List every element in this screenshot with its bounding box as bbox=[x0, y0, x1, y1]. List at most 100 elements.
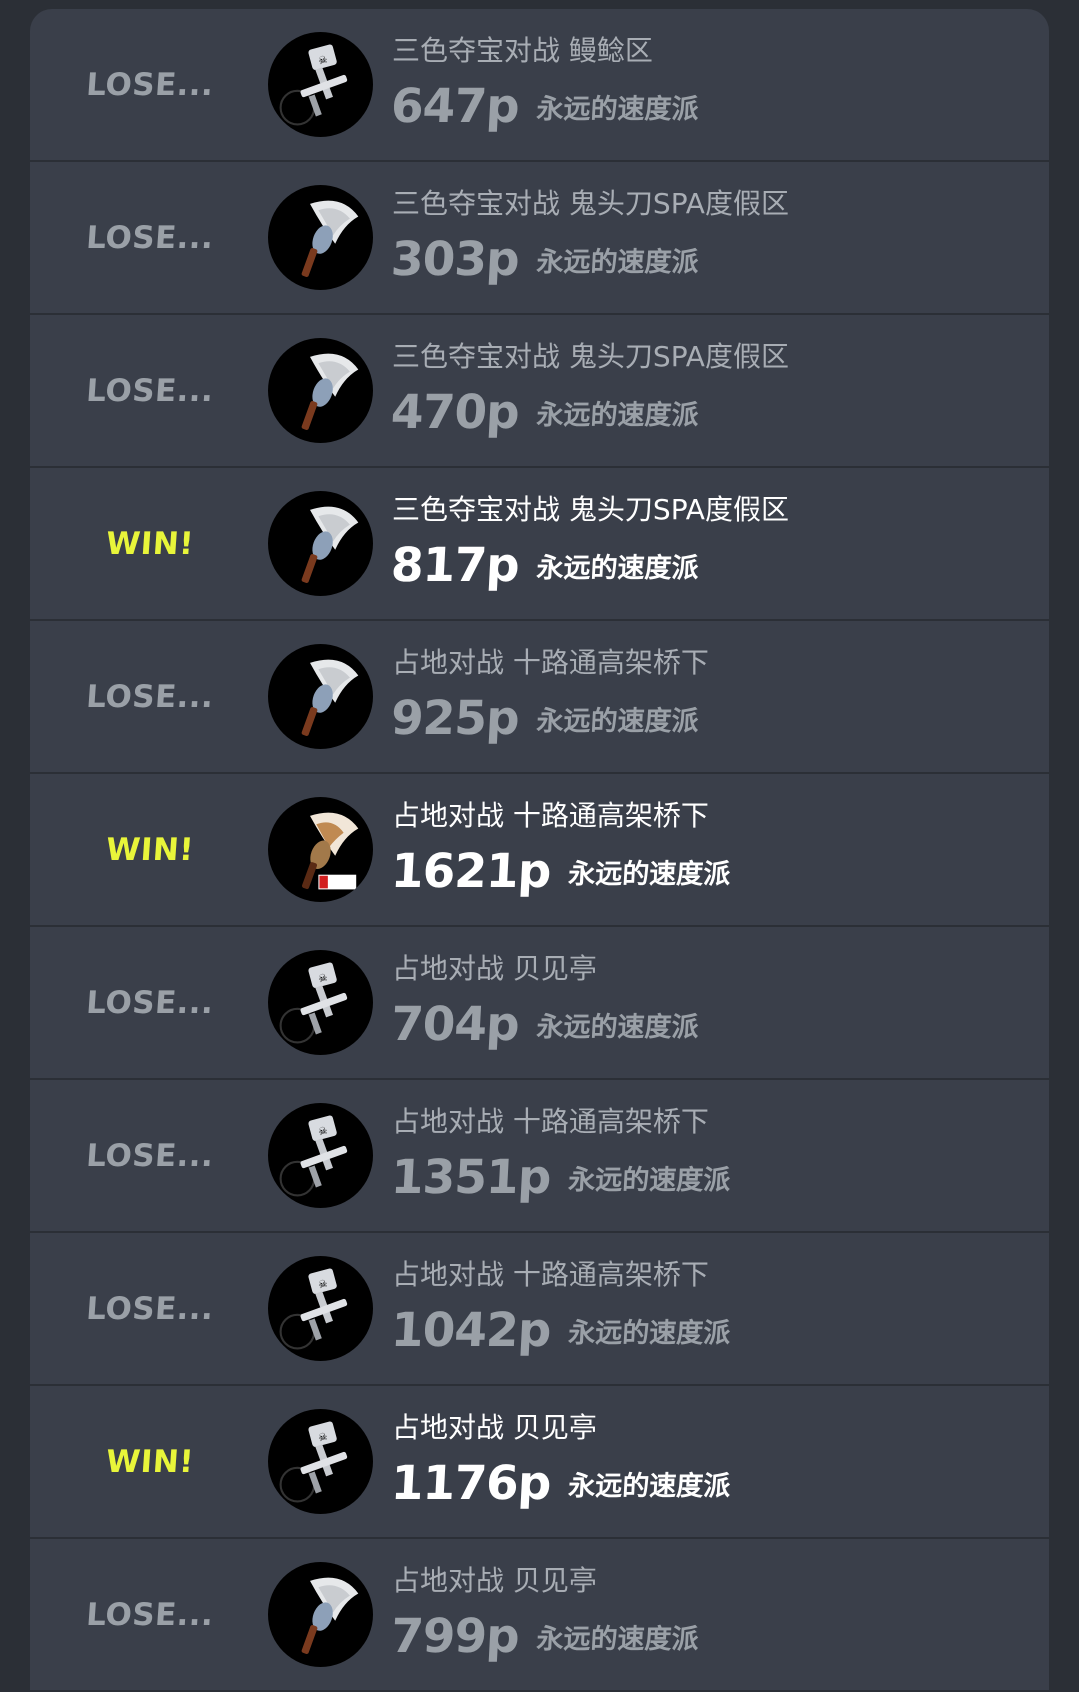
axe-icon bbox=[268, 491, 373, 596]
result-label: LOSE... bbox=[85, 219, 215, 256]
team-name: 永远的速度派 bbox=[567, 1318, 732, 1349]
airbrush-icon: ☠ bbox=[268, 1409, 373, 1514]
points-line: 1042p 永远的速度派 bbox=[390, 1303, 732, 1358]
team-name: 永远的速度派 bbox=[535, 1624, 700, 1655]
result-label: WIN! bbox=[104, 1443, 196, 1480]
team-name: 永远的速度派 bbox=[535, 706, 700, 737]
team-name: 永远的速度派 bbox=[535, 247, 700, 278]
match-row[interactable]: WIN! 占地对战 十路通高架桥下 1621p 永远的速度派 bbox=[30, 774, 1049, 927]
team-name: 永远的速度派 bbox=[535, 1012, 700, 1043]
match-title: 三色夺宝对战 鳗鲶区 bbox=[392, 29, 653, 69]
result-label: LOSE... bbox=[85, 66, 215, 103]
axe-icon bbox=[268, 1562, 373, 1667]
mode-label: 三色夺宝对战 bbox=[392, 187, 561, 220]
mode-label: 占地对战 bbox=[392, 1258, 505, 1291]
mode-label: 三色夺宝对战 bbox=[392, 340, 561, 373]
points-value: 1621p bbox=[389, 844, 552, 899]
points-line: 647p 永远的速度派 bbox=[390, 79, 701, 134]
mode-label: 占地对战 bbox=[392, 646, 505, 679]
match-title: 占地对战 贝见亭 bbox=[392, 947, 597, 987]
mode-label: 三色夺宝对战 bbox=[392, 34, 561, 67]
points-line: 704p 永远的速度派 bbox=[390, 997, 701, 1052]
result-label: LOSE... bbox=[85, 678, 215, 715]
team-name: 永远的速度派 bbox=[535, 400, 700, 431]
points-line: 470p 永远的速度派 bbox=[390, 385, 701, 440]
points-line: 1176p 永远的速度派 bbox=[390, 1456, 732, 1511]
match-row[interactable]: LOSE... ☠ 三色夺宝对战 鳗鲶区 647p 永远的速度派 bbox=[30, 9, 1049, 162]
match-title: 占地对战 贝见亭 bbox=[392, 1559, 597, 1599]
match-title: 占地对战 贝见亭 bbox=[392, 1406, 597, 1446]
points-value: 704p bbox=[389, 997, 521, 1052]
match-title: 占地对战 十路通高架桥下 bbox=[392, 1253, 709, 1293]
stage-label: 鳗鲶区 bbox=[568, 34, 653, 67]
team-name: 永远的速度派 bbox=[567, 859, 732, 890]
stage-label: 贝见亭 bbox=[512, 1411, 597, 1444]
points-value: 303p bbox=[389, 232, 521, 287]
stage-label: 鬼头刀SPA度假区 bbox=[568, 493, 789, 526]
match-title: 占地对战 十路通高架桥下 bbox=[392, 794, 709, 834]
mode-label: 占地对战 bbox=[392, 952, 505, 985]
points-value: 1176p bbox=[389, 1456, 552, 1511]
stage-label: 鬼头刀SPA度假区 bbox=[568, 340, 789, 373]
points-value: 470p bbox=[389, 385, 521, 440]
result-label: LOSE... bbox=[85, 1137, 215, 1174]
match-title: 三色夺宝对战 鬼头刀SPA度假区 bbox=[392, 182, 789, 222]
match-row[interactable]: LOSE... ☠ 占地对战 十路通高架桥下 1351p 永远的速度派 bbox=[30, 1080, 1049, 1233]
mode-label: 占地对战 bbox=[392, 1105, 505, 1138]
mode-label: 占地对战 bbox=[392, 1411, 505, 1444]
result-label: LOSE... bbox=[85, 984, 215, 1021]
airbrush-icon: ☠ bbox=[268, 32, 373, 137]
points-line: 817p 永远的速度派 bbox=[390, 538, 701, 593]
airbrush-icon: ☠ bbox=[268, 1256, 373, 1361]
match-row[interactable]: LOSE... 三色夺宝对战 鬼头刀SPA度假区 303p 永远的速度派 bbox=[30, 162, 1049, 315]
golden-axe-icon bbox=[268, 797, 373, 902]
airbrush-icon: ☠ bbox=[268, 950, 373, 1055]
stage-label: 十路通高架桥下 bbox=[512, 1258, 709, 1291]
team-name: 永远的速度派 bbox=[567, 1471, 732, 1502]
stage-label: 贝见亭 bbox=[512, 1564, 597, 1597]
result-label: LOSE... bbox=[85, 1596, 215, 1633]
points-line: 1351p 永远的速度派 bbox=[390, 1150, 732, 1205]
stage-label: 十路通高架桥下 bbox=[512, 799, 709, 832]
points-value: 925p bbox=[389, 691, 521, 746]
result-label: LOSE... bbox=[85, 1290, 215, 1327]
match-row[interactable]: LOSE... ☠ 占地对战 十路通高架桥下 1042p 永远的速度派 bbox=[30, 1233, 1049, 1386]
team-name: 永远的速度派 bbox=[535, 94, 700, 125]
axe-icon bbox=[268, 185, 373, 290]
match-row[interactable]: LOSE... ☠ 占地对战 贝见亭 704p 永远的速度派 bbox=[30, 927, 1049, 1080]
points-line: 799p 永远的速度派 bbox=[390, 1609, 701, 1664]
points-value: 799p bbox=[389, 1609, 521, 1664]
battle-history-list: LOSE... ☠ 三色夺宝对战 鳗鲶区 647p 永远的速度派 LOSE... … bbox=[30, 9, 1049, 1692]
match-row[interactable]: LOSE... 占地对战 十路通高架桥下 925p 永远的速度派 bbox=[30, 621, 1049, 774]
match-row[interactable]: WIN! 三色夺宝对战 鬼头刀SPA度假区 817p 永远的速度派 bbox=[30, 468, 1049, 621]
points-value: 1351p bbox=[389, 1150, 552, 1205]
result-label: LOSE... bbox=[85, 372, 215, 409]
axe-icon bbox=[268, 644, 373, 749]
points-line: 1621p 永远的速度派 bbox=[390, 844, 732, 899]
match-row[interactable]: LOSE... 三色夺宝对战 鬼头刀SPA度假区 470p 永远的速度派 bbox=[30, 315, 1049, 468]
match-row[interactable]: LOSE... 占地对战 贝见亭 799p 永远的速度派 bbox=[30, 1539, 1049, 1692]
points-line: 303p 永远的速度派 bbox=[390, 232, 701, 287]
mode-label: 占地对战 bbox=[392, 1564, 505, 1597]
match-row[interactable]: WIN! ☠ 占地对战 贝见亭 1176p 永远的速度派 bbox=[30, 1386, 1049, 1539]
points-value: 647p bbox=[389, 79, 521, 134]
match-title: 占地对战 十路通高架桥下 bbox=[392, 641, 709, 681]
stage-label: 十路通高架桥下 bbox=[512, 1105, 709, 1138]
result-label: WIN! bbox=[104, 831, 196, 868]
team-name: 永远的速度派 bbox=[567, 1165, 732, 1196]
match-title: 三色夺宝对战 鬼头刀SPA度假区 bbox=[392, 488, 789, 528]
airbrush-icon: ☠ bbox=[268, 1103, 373, 1208]
team-name: 永远的速度派 bbox=[535, 553, 700, 584]
match-title: 占地对战 十路通高架桥下 bbox=[392, 1100, 709, 1140]
axe-icon bbox=[268, 338, 373, 443]
mode-label: 占地对战 bbox=[392, 799, 505, 832]
points-value: 817p bbox=[389, 538, 521, 593]
stage-label: 鬼头刀SPA度假区 bbox=[568, 187, 789, 220]
match-title: 三色夺宝对战 鬼头刀SPA度假区 bbox=[392, 335, 789, 375]
stage-label: 贝见亭 bbox=[512, 952, 597, 985]
stage-label: 十路通高架桥下 bbox=[512, 646, 709, 679]
points-value: 1042p bbox=[389, 1303, 552, 1358]
result-label: WIN! bbox=[104, 525, 196, 562]
mode-label: 三色夺宝对战 bbox=[392, 493, 561, 526]
points-line: 925p 永远的速度派 bbox=[390, 691, 701, 746]
